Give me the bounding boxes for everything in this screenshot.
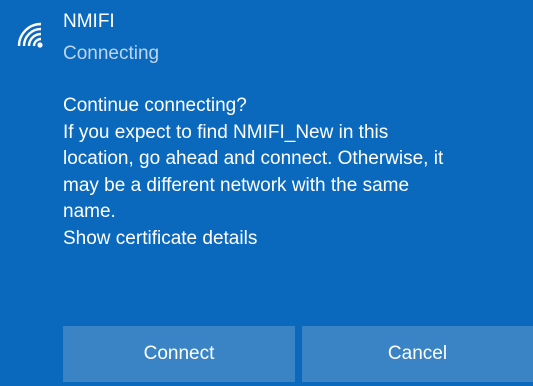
cancel-button[interactable]: Cancel (302, 326, 533, 382)
message-line: may be a different network with the same (63, 174, 410, 196)
wifi-signal-icon (17, 22, 43, 48)
connect-button[interactable]: Connect (63, 326, 295, 382)
network-name: NMIFI (63, 11, 115, 32)
message-line: If you expect to find NMIFI_New in this (63, 121, 389, 143)
wifi-connection-panel: NMIFI Connecting Continue connecting? If… (0, 0, 533, 386)
message-question: Continue connecting? (63, 95, 247, 116)
network-status: Connecting (63, 43, 160, 64)
message-line: name. (63, 201, 116, 222)
show-certificate-details-link[interactable]: Show certificate details (63, 226, 525, 253)
message-line: location, go ahead and connect. Otherwis… (63, 148, 444, 169)
connection-message: Continue connecting? If you expect to fi… (63, 93, 525, 252)
